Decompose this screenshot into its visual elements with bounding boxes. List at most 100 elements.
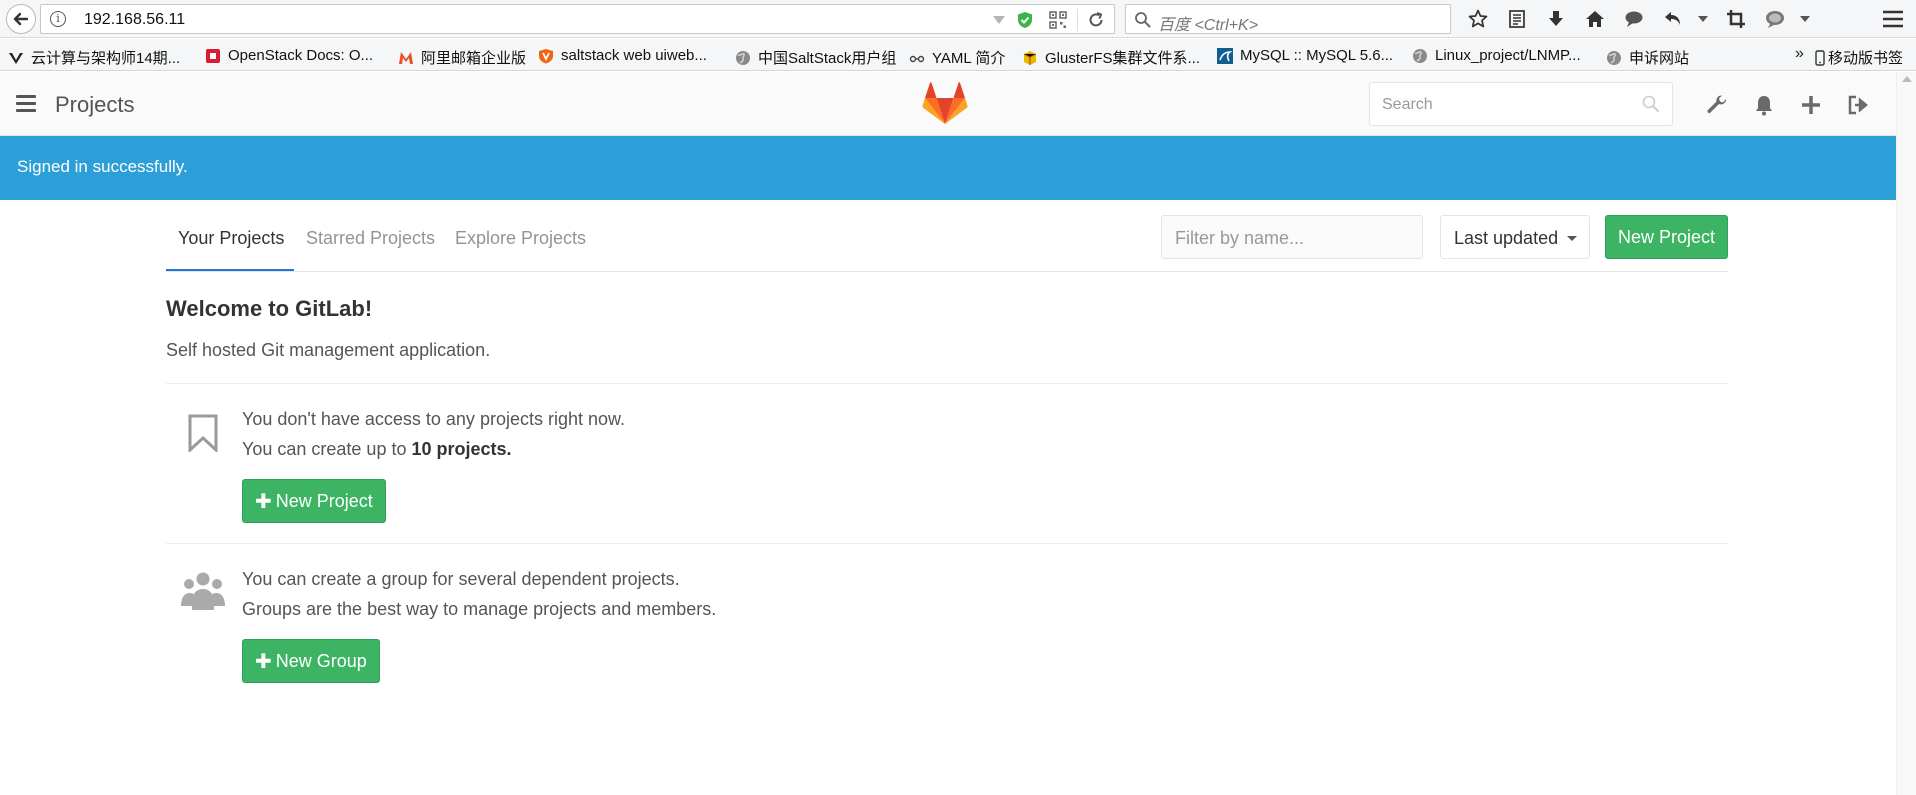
search-icon [1642, 95, 1660, 113]
undo-dropdown-icon[interactable] [1698, 5, 1708, 33]
chat-icon[interactable] [1620, 5, 1648, 33]
new-group-label: New Group [275, 650, 367, 671]
projects-tabs: Your Projects Starred Projects Explore P… [166, 200, 1728, 272]
new-plus-icon[interactable] [1800, 94, 1822, 116]
star-icon[interactable] [1464, 5, 1492, 33]
qr-code-icon[interactable] [1049, 11, 1067, 29]
mobile-bookmarks-label: 移动版书签 [1828, 50, 1904, 67]
openstack-icon [206, 48, 220, 63]
bookmark-item[interactable]: MySQL :: MySQL 5.6... [1217, 47, 1393, 64]
bookmark-label: 中国SaltStack用户组 [758, 50, 897, 67]
undo-icon[interactable] [1659, 5, 1687, 33]
mail-m-icon [399, 51, 413, 64]
download-icon[interactable] [1542, 5, 1570, 33]
gitlab-search-input[interactable]: Search [1369, 82, 1673, 126]
tab-explore-projects[interactable]: Explore Projects [455, 228, 586, 249]
sort-label: Last updated [1454, 228, 1559, 248]
back-arrow-icon [13, 12, 29, 26]
browser-search-placeholder: 百度 <Ctrl+K> [1158, 17, 1259, 34]
page-scrollbar[interactable] [1896, 72, 1916, 795]
scroll-up-icon[interactable] [1902, 76, 1912, 82]
globe-icon [1607, 50, 1621, 65]
sign-out-icon[interactable] [1847, 94, 1869, 116]
bookmark-item[interactable]: saltstack web uiweb... [538, 47, 707, 64]
flash-notice: Signed in successfully. [0, 136, 1896, 200]
box-icon [1023, 50, 1037, 65]
mask-dropdown-icon[interactable] [1800, 5, 1810, 33]
bookmark-label: 云计算与架构师14期... [31, 50, 181, 67]
project-limit-text: You can create up to 10 projects. [242, 439, 512, 460]
filter-by-name-input[interactable]: Filter by name... [1161, 215, 1423, 259]
bookmark-label: YAML 简介 [932, 50, 1006, 67]
bookmark-icon [188, 414, 218, 452]
bookmark-label: 阿里邮箱企业版 [421, 50, 527, 67]
plus-icon: ✚ [255, 649, 272, 673]
info-icon[interactable]: i [50, 11, 66, 27]
bookmark-item[interactable]: OpenStack Docs: O... [205, 47, 373, 64]
bookmarks-bar: 云计算与架构师14期... OpenStack Docs: O... 阿里邮箱企… [0, 39, 1916, 71]
bookmark-label: saltstack web uiweb... [561, 47, 707, 64]
bookmark-item[interactable]: 阿里邮箱企业版 [398, 47, 526, 68]
project-limit-count: 10 projects. [411, 439, 512, 459]
home-icon[interactable] [1581, 5, 1609, 33]
bookmark-label: Linux_project/LNMP... [1435, 47, 1581, 64]
bookmark-item[interactable]: 申诉网站 [1606, 47, 1689, 68]
shield-logo-icon [539, 48, 553, 63]
url-separator [1077, 9, 1078, 31]
mask-icon[interactable] [1761, 5, 1789, 33]
new-project-empty-button[interactable]: ✚ New Project [242, 479, 386, 523]
globe-icon [1413, 48, 1427, 63]
browser-search-bar[interactable]: 百度 <Ctrl+K> [1125, 4, 1451, 34]
globe-icon [736, 50, 750, 65]
reload-icon[interactable] [1086, 10, 1106, 30]
new-project-button[interactable]: New Project [1605, 215, 1728, 259]
divider [166, 383, 1728, 384]
gitlab-logo-icon[interactable] [922, 82, 968, 126]
url-bar[interactable]: i 192.168.56.11 [40, 4, 1115, 34]
group-benefit-text: Groups are the best way to manage projec… [242, 599, 717, 619]
back-button[interactable] [6, 4, 36, 34]
group-info-text: You can create a group for several depen… [242, 569, 680, 589]
bookmark-item[interactable]: Linux_project/LNMP... [1412, 47, 1581, 64]
bookmark-label: 申诉网站 [1629, 50, 1690, 67]
project-limit-prefix: You can create up to [242, 439, 412, 459]
bookmark-item[interactable]: 云计算与架构师14期... [8, 47, 180, 68]
bookmarks-overflow-button[interactable]: » [1795, 45, 1804, 63]
gitlab-search-placeholder: Search [1382, 96, 1433, 113]
reader-icon[interactable] [1503, 5, 1531, 33]
users-group-icon [181, 572, 225, 610]
search-icon [1135, 12, 1151, 28]
browser-toolbar-icons [1464, 5, 1824, 33]
menu-icon[interactable] [1882, 9, 1904, 29]
sort-dropdown[interactable]: Last updated [1440, 215, 1590, 259]
flash-message: Signed in successfully. [17, 157, 188, 176]
bookmark-label: OpenStack Docs: O... [228, 47, 374, 64]
sidebar-toggle-icon[interactable] [16, 95, 36, 113]
plus-icon: ✚ [255, 489, 272, 513]
chevron-down-icon [1567, 236, 1577, 241]
divider [166, 543, 1728, 544]
active-tab-underline [166, 269, 294, 271]
bookmark-label: GlusterFS集群文件系... [1045, 50, 1201, 67]
gitlab-header: Projects Search [0, 72, 1896, 136]
page-title: Projects [55, 92, 135, 117]
new-project-empty-label: New Project [275, 490, 373, 511]
yaml-icon [909, 55, 925, 62]
tab-your-projects[interactable]: Your Projects [178, 228, 284, 249]
shield-check-icon[interactable] [1016, 11, 1034, 29]
bookmark-item[interactable]: YAML 简介 [909, 47, 1005, 68]
welcome-subtitle: Self hosted Git management application. [166, 340, 491, 360]
admin-wrench-icon[interactable] [1706, 94, 1728, 116]
bookmark-item[interactable]: 中国SaltStack用户组 [735, 47, 896, 68]
notifications-bell-icon[interactable] [1753, 94, 1775, 116]
browser-toolbar: i 192.168.56.11 百度 <Ctrl+K> [0, 0, 1916, 38]
tab-starred-projects[interactable]: Starred Projects [306, 228, 435, 249]
new-group-button[interactable]: ✚ New Group [242, 639, 380, 683]
no-projects-text: You don't have access to any projects ri… [242, 409, 626, 429]
crop-icon[interactable] [1722, 5, 1750, 33]
bookmark-item[interactable]: GlusterFS集群文件系... [1022, 47, 1200, 68]
url-text[interactable]: 192.168.56.11 [84, 11, 185, 29]
url-dropdown-icon[interactable] [993, 16, 1005, 24]
mobile-bookmarks[interactable]: 移动版书签 [1815, 47, 1903, 68]
bookmark-label: MySQL :: MySQL 5.6... [1240, 47, 1394, 64]
